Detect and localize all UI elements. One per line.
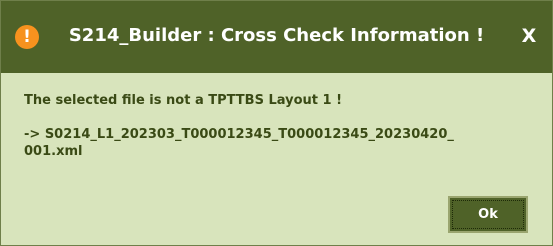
cross-check-dialog: ! S214_Builder : Cross Check Information… xyxy=(0,0,553,246)
ok-button[interactable]: Ok xyxy=(448,196,528,233)
close-button[interactable]: X xyxy=(514,21,544,51)
dialog-title-bar: ! S214_Builder : Cross Check Information… xyxy=(1,1,552,73)
file-path-line-1: -> S0214_L1_202303_T000012345_T000012345… xyxy=(24,127,454,142)
file-path-line-2: 001.xml xyxy=(24,144,83,159)
error-message: The selected file is not a TPTTBS Layout… xyxy=(24,93,343,108)
warning-icon: ! xyxy=(15,25,39,49)
dialog-title: S214_Builder : Cross Check Information ! xyxy=(68,25,485,46)
